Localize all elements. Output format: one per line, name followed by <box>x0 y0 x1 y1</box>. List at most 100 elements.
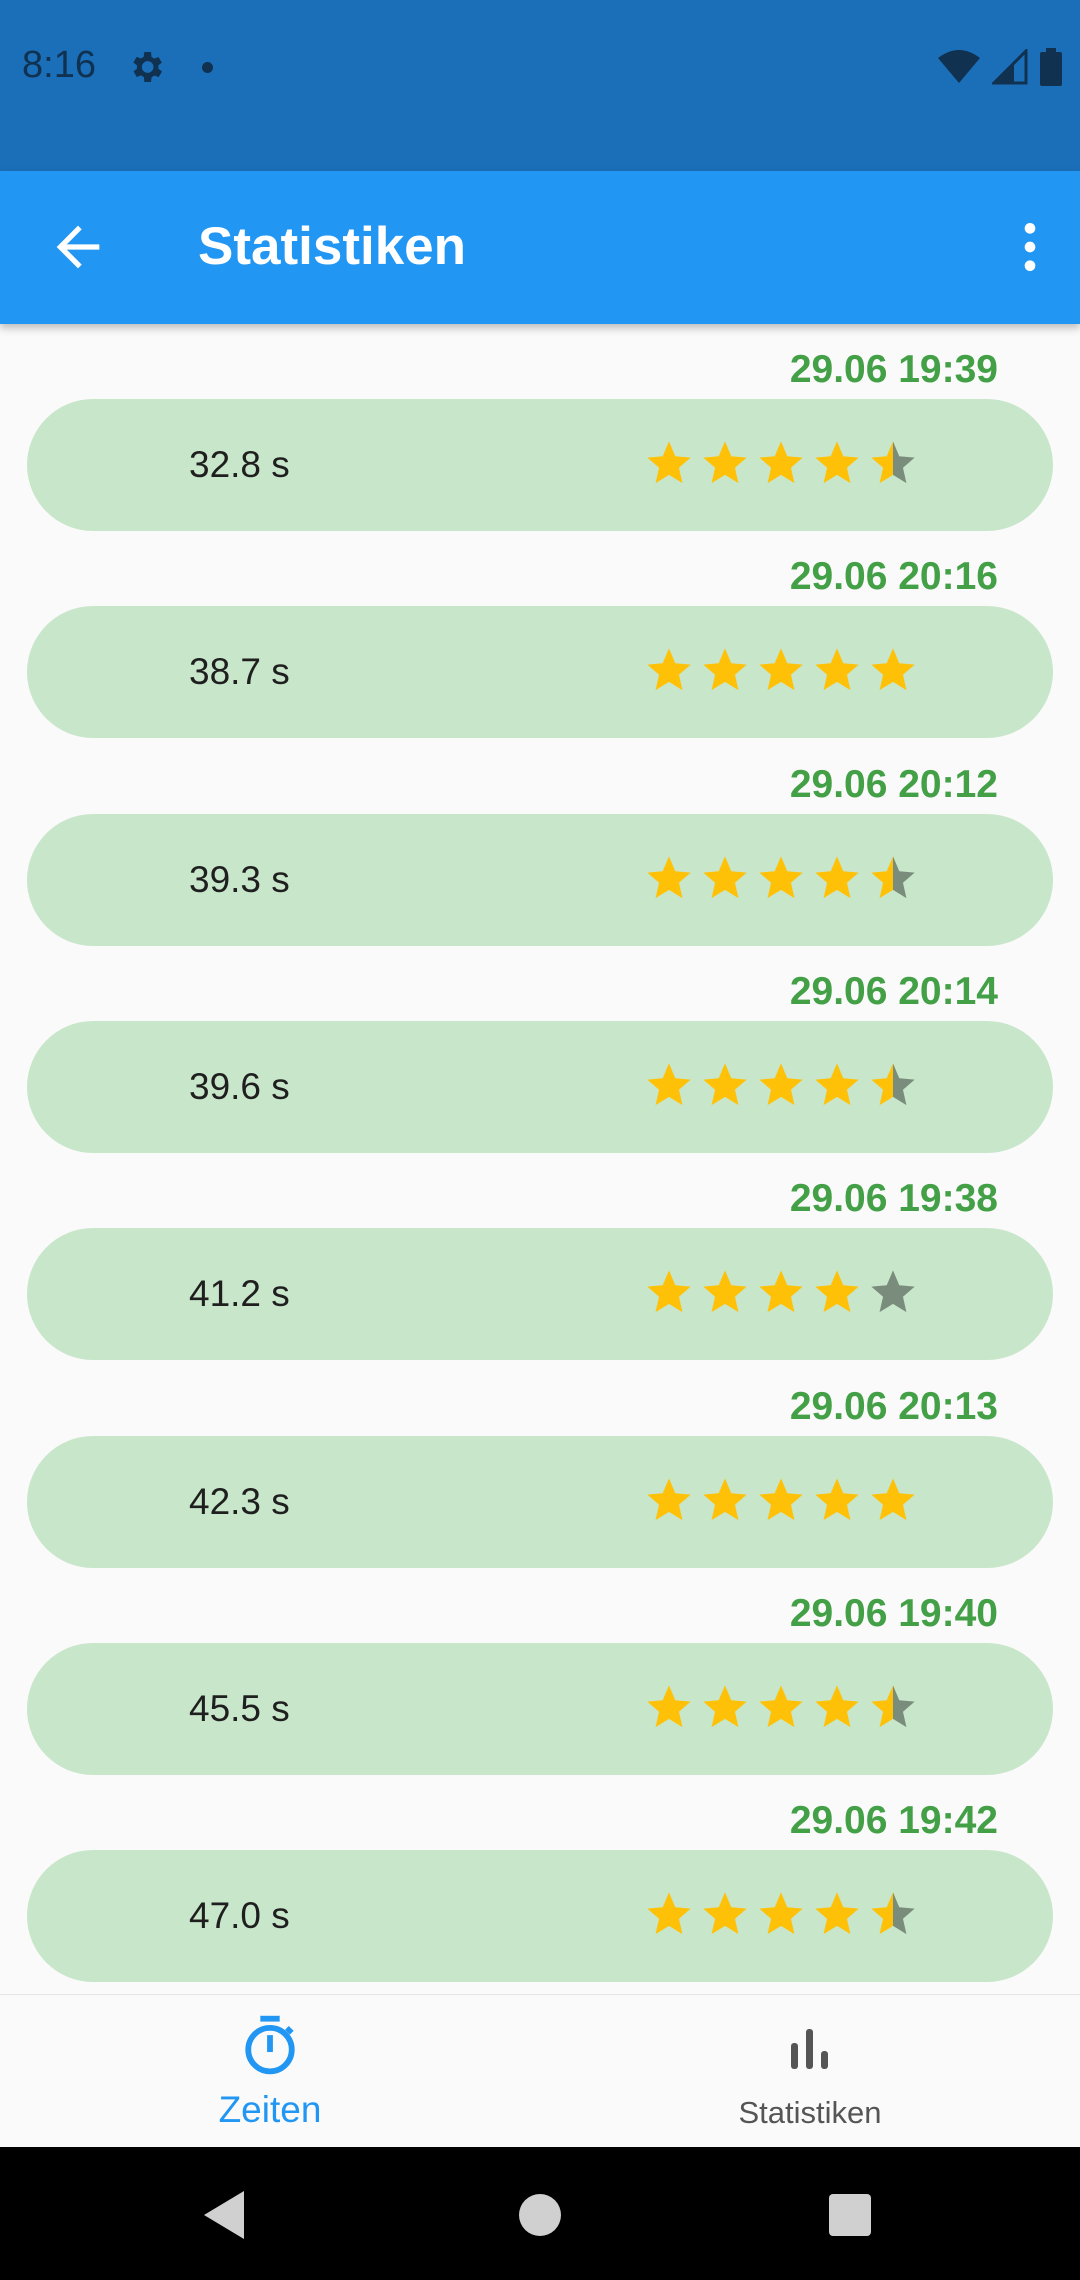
star-full-icon <box>703 1270 747 1313</box>
list-item[interactable]: 29.06 19:42 47.0 s <box>0 1775 1080 1983</box>
star-full-icon <box>815 1685 859 1727</box>
star-full-icon <box>871 1477 915 1520</box>
entry-time: 39.6 s <box>189 1065 290 1107</box>
entry-time: 32.8 s <box>189 444 290 485</box>
star-full-icon <box>647 1477 691 1520</box>
star-full-icon <box>703 1685 747 1727</box>
more-vert-icon[interactable] <box>998 215 1062 279</box>
star-rating <box>643 1059 919 1115</box>
battery-icon <box>1040 48 1062 86</box>
entry-card[interactable]: 32.8 s <box>27 399 1053 531</box>
wifi-icon <box>938 50 980 83</box>
list-item[interactable]: 29.06 19:39 32.8 s <box>0 324 1080 531</box>
entry-date: 29.06 20:16 <box>789 555 998 599</box>
status-icons <box>938 46 1062 88</box>
entry-time: 42.3 s <box>189 1480 290 1522</box>
page-title: Statistiken <box>198 217 467 276</box>
star-full-icon <box>647 441 691 484</box>
star-half-icon <box>871 441 915 484</box>
star-full-icon <box>647 1892 691 1935</box>
star-full-icon <box>703 855 747 898</box>
entry-card[interactable]: 41.2 s <box>27 1228 1053 1361</box>
entry-card[interactable]: 42.3 s <box>27 1435 1053 1568</box>
star-full-icon <box>815 855 859 898</box>
star-full-icon <box>647 1685 691 1727</box>
list-item[interactable]: 29.06 20:16 38.7 s <box>0 531 1080 739</box>
star-full-icon <box>871 648 915 691</box>
star-full-icon <box>647 1063 691 1106</box>
entry-time: 45.5 s <box>189 1687 290 1729</box>
star-full-icon <box>647 648 691 691</box>
times-list[interactable]: 29.06 19:39 32.8 s 29.06 20:16 38.7 s 29.06 … <box>0 324 1080 1994</box>
star-full-icon <box>703 1892 747 1935</box>
entry-time: 38.7 s <box>189 651 290 693</box>
star-full-icon <box>759 441 803 484</box>
settings-gear-icon <box>133 52 162 82</box>
notification-dot-icon <box>202 62 213 73</box>
star-full-icon <box>815 648 859 691</box>
status-bar: 8:16 <box>0 0 1080 171</box>
system-navigation-bar <box>0 2147 1080 2280</box>
system-back-icon[interactable] <box>196 2187 252 2243</box>
app-bar: Statistiken <box>0 171 1080 324</box>
star-half-icon <box>871 1063 915 1106</box>
nav-item-zeiten[interactable]: Zeiten <box>0 1995 540 2148</box>
list-item[interactable]: 29.06 20:14 39.6 s <box>0 946 1080 1153</box>
entry-card[interactable]: 39.3 s <box>27 813 1053 946</box>
stopwatch-icon <box>245 2015 295 2075</box>
star-full-icon <box>759 1270 803 1313</box>
star-full-icon <box>815 1892 859 1935</box>
star-rating <box>643 1888 919 1944</box>
star-rating <box>643 437 919 493</box>
list-item[interactable]: 29.06 19:40 45.5 s <box>0 1568 1080 1775</box>
entry-card[interactable]: 38.7 s <box>27 606 1053 739</box>
star-rating <box>643 1474 919 1530</box>
entry-time: 47.0 s <box>189 1895 290 1937</box>
entry-date: 29.06 20:14 <box>789 969 998 1013</box>
star-half-icon <box>871 1685 915 1727</box>
star-full-icon <box>759 855 803 898</box>
back-arrow-icon[interactable] <box>46 215 110 279</box>
system-recents-icon[interactable] <box>822 2187 878 2243</box>
entry-card[interactable]: 45.5 s <box>27 1642 1053 1775</box>
star-full-icon <box>703 441 747 484</box>
star-full-icon <box>703 1063 747 1106</box>
cell-signal-icon <box>992 49 1028 85</box>
star-full-icon <box>759 1063 803 1106</box>
star-full-icon <box>759 1685 803 1727</box>
bottom-navigation: Zeiten Statistiken <box>0 1994 1080 2148</box>
entry-date: 29.06 19:39 <box>789 348 998 391</box>
star-full-icon <box>703 648 747 691</box>
star-rating <box>643 852 919 908</box>
star-full-icon <box>759 1477 803 1520</box>
star-rating <box>643 1266 919 1322</box>
entry-date: 29.06 20:13 <box>789 1384 998 1428</box>
star-rating <box>643 1681 919 1737</box>
list-item[interactable]: 29.06 20:12 39.3 s <box>0 739 1080 946</box>
star-rating <box>643 644 919 700</box>
star-full-icon <box>815 441 859 484</box>
status-time: 8:16 <box>22 44 96 86</box>
star-full-icon <box>815 1270 859 1313</box>
nav-item-statistiken[interactable]: Statistiken <box>540 1995 1080 2148</box>
entry-date: 29.06 19:42 <box>789 1799 998 1843</box>
star-full-icon <box>815 1477 859 1520</box>
star-full-icon <box>815 1063 859 1106</box>
nav-label-zeiten: Zeiten <box>218 2089 322 2130</box>
bar-chart-icon <box>791 2029 828 2069</box>
star-full-icon <box>759 1892 803 1935</box>
entry-card[interactable]: 39.6 s <box>27 1020 1053 1153</box>
entry-time: 41.2 s <box>189 1273 290 1315</box>
list-item[interactable]: 29.06 20:13 42.3 s <box>0 1361 1080 1568</box>
entry-card[interactable]: 47.0 s <box>27 1850 1053 1983</box>
entry-time: 39.3 s <box>189 858 290 900</box>
star-full-icon <box>647 1270 691 1313</box>
star-full-icon <box>703 1477 747 1520</box>
list-item[interactable]: 29.06 19:38 41.2 s <box>0 1153 1080 1361</box>
star-empty-icon <box>871 1270 915 1313</box>
star-half-icon <box>871 1892 915 1935</box>
entry-date: 29.06 19:40 <box>789 1591 998 1635</box>
star-full-icon <box>647 855 691 898</box>
system-home-icon[interactable] <box>512 2187 568 2243</box>
entry-date: 29.06 20:12 <box>789 762 998 806</box>
